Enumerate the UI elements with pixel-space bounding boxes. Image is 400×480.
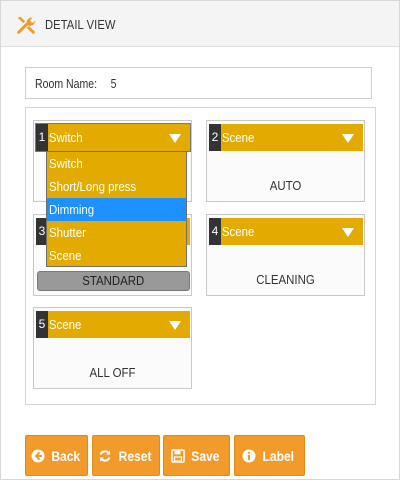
- dropdown-option-switch[interactable]: Switch: [47, 152, 186, 175]
- channel-mode-label: CLEANING: [256, 272, 315, 287]
- dropdown-option-dimming[interactable]: Dimming: [47, 198, 186, 221]
- channel-number: 4: [209, 218, 221, 245]
- channel-tile-2: 2 Scene AUTO: [206, 120, 365, 202]
- channel-tile-5: 5 Scene ALL OFF: [33, 307, 192, 389]
- channel-1-dropdown-list: Switch Short/Long press Dimming Shutter …: [46, 151, 187, 267]
- channel-selected-value: Scene: [221, 224, 255, 239]
- chevron-down-icon: [169, 321, 181, 330]
- chevron-down-icon: [342, 134, 354, 143]
- reset-button-label: Reset: [118, 447, 152, 464]
- page-title: DETAIL VIEW: [45, 17, 116, 32]
- channel-mode-label: ALL OFF: [89, 365, 136, 380]
- chevron-down-icon: [169, 134, 181, 143]
- back-arrow-icon: [31, 449, 45, 462]
- chevron-down-icon: [342, 228, 354, 237]
- channel-selected-value: Scene: [48, 317, 82, 332]
- info-icon: [242, 449, 256, 462]
- header-bar: DETAIL VIEW: [1, 1, 399, 47]
- channel-2-select[interactable]: 2 Scene: [209, 124, 363, 151]
- save-button[interactable]: Save: [163, 435, 230, 476]
- label-button[interactable]: Label: [234, 435, 305, 476]
- back-button-label: Back: [51, 447, 80, 464]
- dropdown-option-shutter[interactable]: Shutter: [47, 221, 186, 244]
- back-button[interactable]: Back: [25, 435, 88, 476]
- channel-selected-value: Switch: [48, 130, 83, 145]
- refresh-icon: [99, 449, 111, 462]
- room-name-value: 5: [110, 76, 117, 91]
- channel-number: 2: [209, 124, 221, 151]
- channel-1-select[interactable]: 1 Switch: [35, 123, 191, 152]
- channel-4-select[interactable]: 4 Scene: [209, 218, 363, 245]
- channel-number: 5: [36, 311, 48, 338]
- dropdown-option-scene[interactable]: Scene: [47, 244, 186, 267]
- mode-badge-label: STANDARD: [82, 273, 145, 288]
- detail-view-window: DETAIL VIEW Room Name: 5 1 Switch 2 Scen…: [0, 0, 400, 480]
- channel-5-select[interactable]: 5 Scene: [36, 311, 190, 338]
- reset-button[interactable]: Reset: [92, 435, 160, 476]
- dropdown-option-short-long-press[interactable]: Short/Long press: [47, 175, 186, 198]
- floppy-disk-icon: [171, 448, 185, 463]
- channel-selected-value: Scene: [221, 130, 255, 145]
- wrench-icon: [17, 16, 36, 34]
- save-button-label: Save: [191, 447, 220, 464]
- room-name-field: Room Name: 5: [25, 67, 372, 99]
- channel-mode-label: AUTO: [269, 178, 302, 193]
- label-button-label: Label: [262, 447, 295, 464]
- room-name-label: Room Name:: [35, 76, 98, 91]
- channel-tile-4: 4 Scene CLEANING: [206, 214, 365, 296]
- channel-number: 1: [36, 124, 48, 151]
- standard-mode-button[interactable]: STANDARD: [37, 271, 190, 291]
